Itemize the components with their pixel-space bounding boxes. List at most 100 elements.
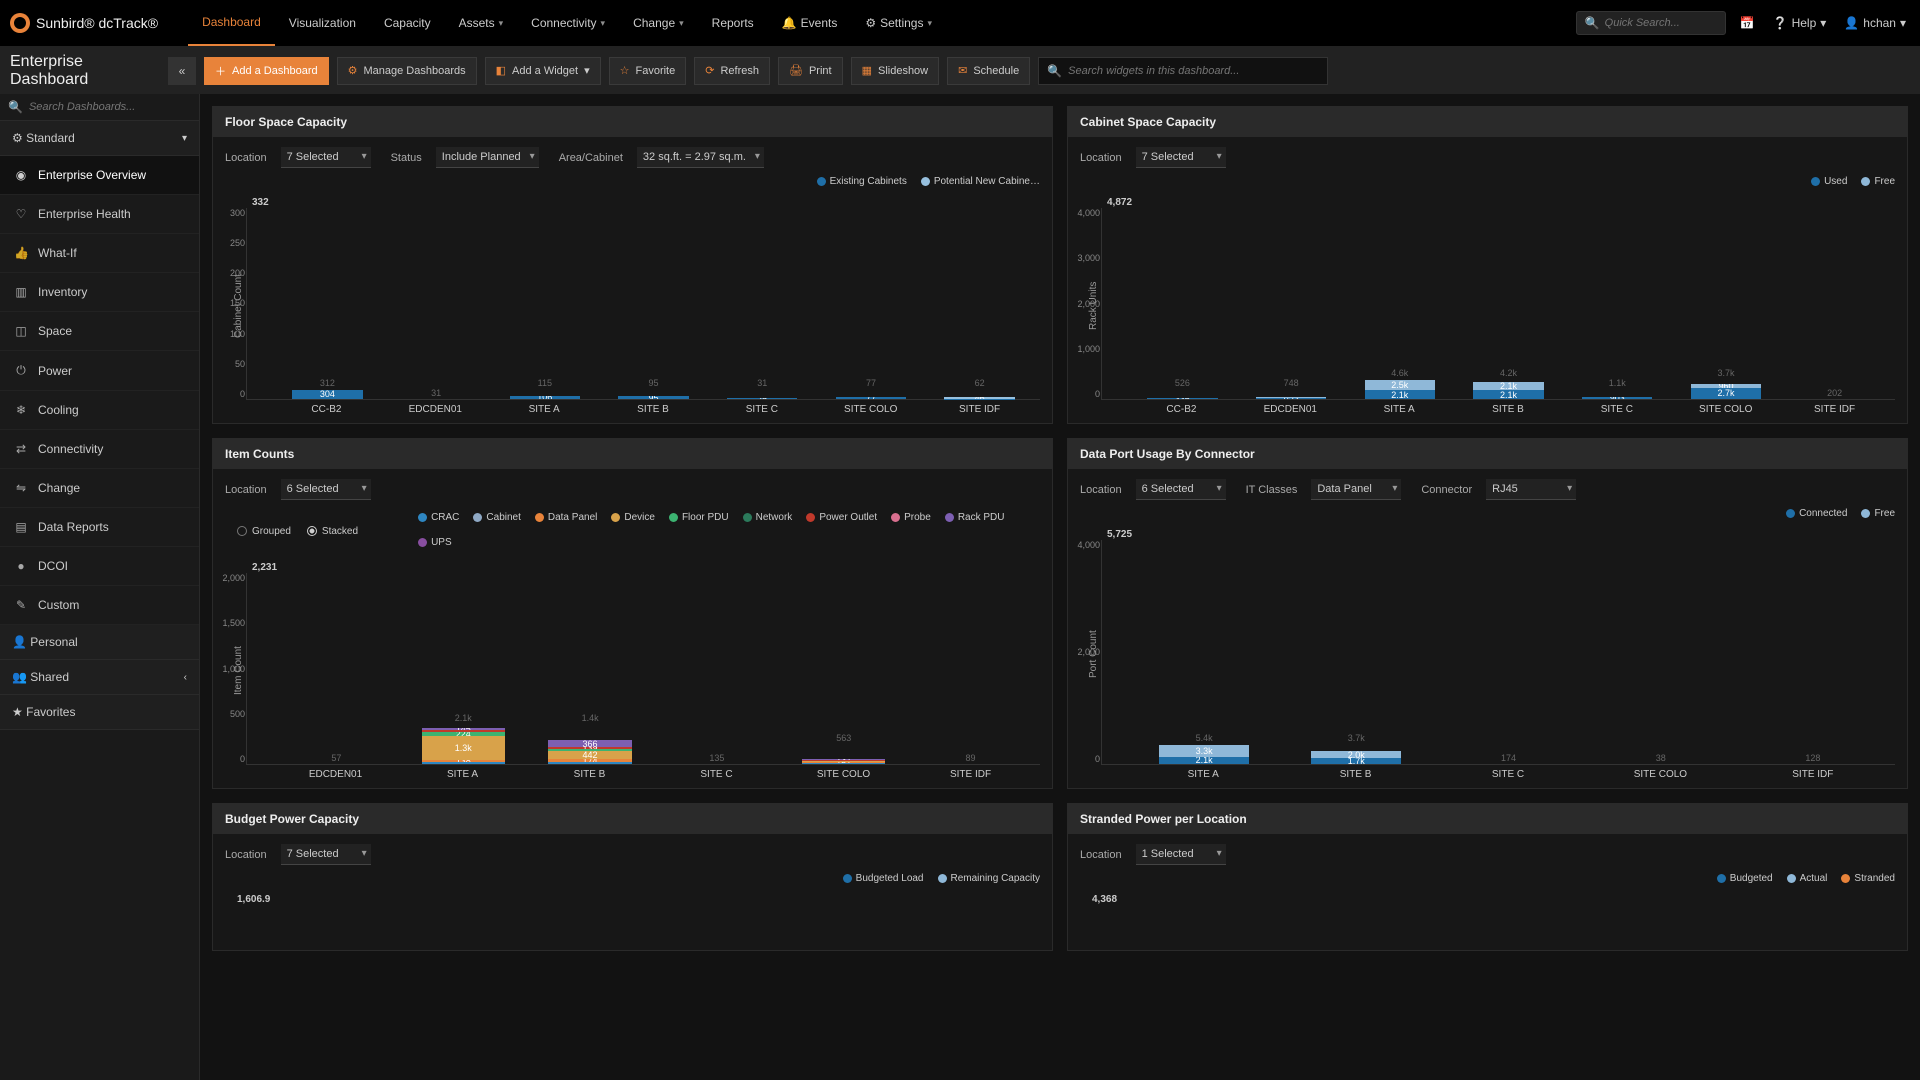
bar-stack: 174442139366 <box>548 724 631 764</box>
slideshow-button[interactable]: ▦Slideshow <box>851 57 940 85</box>
location-select[interactable]: 1 Selected <box>1136 844 1226 865</box>
nav-change[interactable]: Change ▾ <box>619 0 698 46</box>
bar-group: 9595 <box>603 212 704 399</box>
legend: ConnectedFree <box>1068 504 1907 525</box>
nav-reports[interactable]: Reports <box>698 0 768 46</box>
bar-segment: 2.5k <box>1365 380 1436 390</box>
bar-stack: 2.1k2.5k <box>1365 379 1436 399</box>
add-widget-button[interactable]: ◧Add a Widget ▾ <box>485 57 601 85</box>
bar-group: 135 <box>657 577 776 764</box>
sidebar-search-input[interactable] <box>29 101 191 113</box>
bar-group: 4.2k2.1k2.1k <box>1458 212 1559 399</box>
bar-total: 62 <box>975 378 985 388</box>
bar-stack: 336 <box>1147 389 1218 399</box>
sidebar-item-connectivity[interactable]: ⇄Connectivity <box>0 430 199 469</box>
location-select[interactable]: 7 Selected <box>281 147 371 168</box>
sidebar-head-favorites[interactable]: ★ Favorites <box>0 695 199 730</box>
sidebar-item-custom[interactable]: ✎Custom <box>0 586 199 625</box>
nav-events[interactable]: 🔔 Events <box>768 0 852 46</box>
location-select[interactable]: 7 Selected <box>281 844 371 865</box>
collapse-sidebar-button[interactable]: « <box>168 57 196 85</box>
sidebar-item-inventory[interactable]: ▥Inventory <box>0 273 199 312</box>
widget-controls: Location7 Selected <box>213 834 1052 869</box>
print-button[interactable]: 🖨Print <box>778 57 843 85</box>
sidebar-icon: ⇋ <box>14 481 28 495</box>
sidebar-item-cooling[interactable]: ❄Cooling <box>0 391 199 430</box>
sidebar-item-data-reports[interactable]: ▤Data Reports <box>0 508 199 547</box>
bar-stack: 26 <box>727 389 798 399</box>
legend-item: CRAC <box>418 512 459 523</box>
calendar-icon[interactable]: 📅 <box>1736 12 1759 34</box>
nav-dashboard[interactable]: Dashboard <box>188 0 275 46</box>
quick-search-input[interactable] <box>1605 17 1717 29</box>
widget-floor: Floor Space CapacityLocation7 SelectedSt… <box>212 106 1053 424</box>
legend-item: Budgeted <box>1717 873 1773 884</box>
help-menu[interactable]: ❔ Help ▾ <box>1769 12 1831 34</box>
legend-item: Floor PDU <box>669 512 729 523</box>
sidebar-item-enterprise-health[interactable]: ♡Enterprise Health <box>0 195 199 234</box>
nav-capacity[interactable]: Capacity <box>370 0 445 46</box>
refresh-button[interactable]: ⟳Refresh <box>694 57 770 85</box>
status-select[interactable]: Include Planned <box>436 147 539 168</box>
location-select[interactable]: 6 Selected <box>281 479 371 500</box>
quick-search[interactable]: 🔍 <box>1576 11 1726 35</box>
sidebar-item-change[interactable]: ⇋Change <box>0 469 199 508</box>
legend: UsedFree <box>1068 172 1907 193</box>
sidebar-icon: ◉ <box>14 168 28 182</box>
bar-stack: 106 <box>510 389 581 399</box>
ctrl-label: IT Classes <box>1246 484 1298 496</box>
x-label: SITE B <box>603 404 704 415</box>
x-label: CC-B2 <box>1131 404 1232 415</box>
sidebar-search[interactable]: 🔍 <box>0 94 199 121</box>
favorite-button[interactable]: ☆Favorite <box>609 57 687 85</box>
bar-group: 31 <box>386 212 487 399</box>
sidebar-item-power[interactable]: ⏻Power <box>0 351 199 391</box>
sidebar-head-personal[interactable]: 👤 Personal <box>0 625 199 660</box>
widget-controls: Location6 SelectedIT ClassesData PanelCo… <box>1068 469 1907 504</box>
sidebar-item-enterprise-overview[interactable]: ◉Enterprise Overview <box>0 156 199 195</box>
sidebar-item-space[interactable]: ◫Space <box>0 312 199 351</box>
legend-item: Actual <box>1787 873 1828 884</box>
sidebar-item-dcoi[interactable]: ●DCOI <box>0 547 199 586</box>
bar-group: 89 <box>911 577 1030 764</box>
nav-visualization[interactable]: Visualization <box>275 0 370 46</box>
nav-right: 🔍 📅 ❔ Help ▾ 👤 hchan ▾ <box>1576 11 1910 35</box>
sidebar-item-what-if[interactable]: 👍What-If <box>0 234 199 273</box>
sidebar-head-shared[interactable]: 👥 Shared‹ <box>0 660 199 695</box>
location-select[interactable]: 6 Selected <box>1136 479 1226 500</box>
legend-item: Probe <box>891 512 931 523</box>
widget-search[interactable]: 🔍 <box>1038 57 1328 85</box>
nav-connectivity[interactable]: Connectivity ▾ <box>517 0 619 46</box>
bar-segment: 106 <box>510 396 581 399</box>
it-classes-select[interactable]: Data Panel <box>1311 479 1401 500</box>
radio-stacked[interactable]: Stacked <box>307 526 358 537</box>
area-cabinet-select[interactable]: 32 sq.ft. = 2.97 sq.m. <box>637 147 764 168</box>
user-menu[interactable]: 👤 hchan ▾ <box>1840 12 1910 34</box>
ctrl-label: Location <box>225 152 267 164</box>
x-label: CC-B2 <box>276 404 377 415</box>
plot: 4,0003,0002,0001,00005263367486534.6k2.1… <box>1101 208 1895 400</box>
nav-settings[interactable]: ⚙ Settings ▾ <box>851 0 946 46</box>
mail-icon: ✉ <box>958 64 967 77</box>
y-ticks: 4,0003,0002,0001,0000 <box>1072 208 1100 399</box>
connector-select[interactable]: RJ45 <box>1486 479 1576 500</box>
bar-total: 748 <box>1284 378 1299 388</box>
bar-total: 312 <box>320 378 335 388</box>
legend-item: Cabinet <box>473 512 520 523</box>
bar-segment: 304 <box>292 390 363 399</box>
radio-grouped[interactable]: Grouped <box>237 526 291 537</box>
manage-dashboards-button[interactable]: ⚙Manage Dashboards <box>337 57 477 85</box>
bar-stack: 304 <box>292 389 363 399</box>
schedule-button[interactable]: ✉Schedule <box>947 57 1030 85</box>
bar-group: 38 <box>1589 544 1733 764</box>
bar-total: 1.1k <box>1609 378 1626 388</box>
y-max: 1,606.9 <box>231 894 1040 905</box>
legend-item: Connected <box>1786 508 1847 519</box>
sidebar-head-standard[interactable]: ⚙ Standard▾ <box>0 121 199 156</box>
x-label: SITE B <box>530 769 649 780</box>
location-select[interactable]: 7 Selected <box>1136 147 1226 168</box>
add-dashboard-button[interactable]: ＋Add a Dashboard <box>204 57 329 85</box>
widget-search-input[interactable] <box>1068 65 1319 77</box>
bar-group: 5.4k2.1k3.3k <box>1132 544 1276 764</box>
nav-assets[interactable]: Assets ▾ <box>445 0 518 46</box>
